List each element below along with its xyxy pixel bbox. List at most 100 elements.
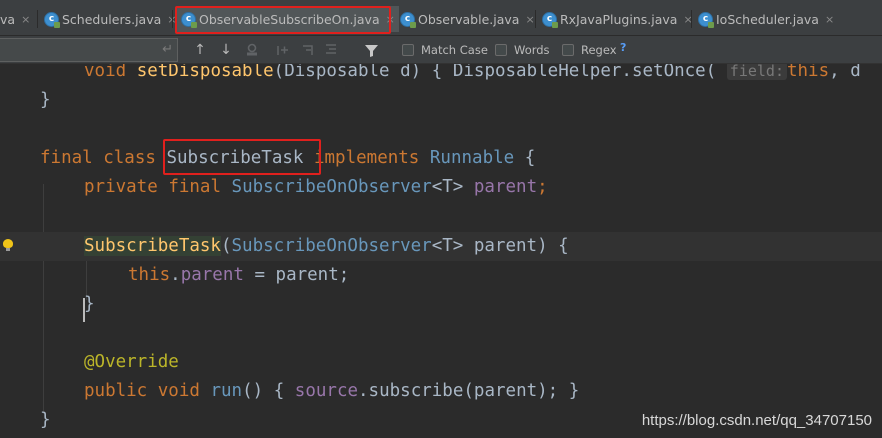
close-icon[interactable]: × — [525, 13, 534, 26]
tab-label: Observable.java — [418, 11, 520, 27]
regex-help-link[interactable]: ? — [620, 41, 626, 54]
find-usages-icon[interactable] — [242, 39, 262, 61]
code-line[interactable]: private final SubscribeOnObserver<T> par… — [0, 173, 882, 202]
checkbox-box[interactable] — [402, 44, 414, 56]
type-name: SubscribeOnObserver — [231, 177, 432, 197]
code-rest: = parent; — [243, 265, 350, 285]
brace-close: } — [84, 294, 95, 314]
interface-name: Runnable — [429, 148, 515, 168]
keyword-implements: implements — [313, 148, 420, 168]
argument: parent — [473, 381, 538, 401]
checkbox-box[interactable] — [495, 44, 507, 56]
semicolon: ; — [537, 177, 548, 197]
find-input[interactable]: ↵ — [0, 38, 178, 62]
close-icon[interactable]: × — [21, 13, 30, 26]
paren-close: ) — [537, 236, 548, 256]
tab-rxjava-plugins[interactable]: c RxJavaPlugins.java × — [542, 6, 693, 32]
regex-checkbox[interactable]: Regex — [562, 42, 617, 58]
java-class-icon: c — [44, 11, 60, 28]
keyword-this: this — [786, 64, 830, 81]
keyword-public: public — [84, 381, 148, 401]
code-rest: ); — [537, 381, 559, 401]
brace-close: } — [40, 410, 51, 430]
enter-icon: ↵ — [162, 42, 173, 57]
generic-param: <T> — [431, 177, 464, 197]
method-call: .subscribe( — [358, 381, 474, 401]
code-line[interactable]: final class SubscribeTask implements Run… — [0, 144, 882, 173]
close-icon[interactable]: × — [825, 13, 834, 26]
paren-open: ( — [273, 64, 285, 81]
brace-open: { — [558, 236, 569, 256]
close-icon[interactable]: × — [386, 13, 395, 26]
dot: . — [170, 265, 181, 285]
java-class-icon: c — [181, 11, 197, 28]
words-label: Words — [514, 43, 550, 57]
param-type: Disposable — [284, 64, 390, 81]
next-occurrence-icon[interactable]: ↓ — [216, 39, 236, 61]
paren-open: ( — [220, 236, 232, 256]
code-rest: , d — [829, 64, 861, 81]
tab-schedulers[interactable]: c Schedulers.java × — [44, 6, 176, 32]
field-name: parent — [473, 177, 538, 197]
parens: () — [242, 381, 264, 401]
java-class-icon: c — [400, 11, 416, 28]
lightbulb-icon[interactable] — [3, 239, 13, 251]
code-line[interactable]: } — [0, 290, 882, 319]
java-class-icon: c — [542, 11, 558, 28]
words-checkbox[interactable]: Words — [495, 42, 550, 58]
constructor-name: SubscribeTask — [84, 236, 221, 256]
tab-partial[interactable]: va × — [0, 6, 30, 32]
brace-close: } — [568, 381, 580, 401]
brace-close: } — [40, 90, 51, 110]
keyword-void: void — [157, 381, 200, 401]
regex-label: Regex — [581, 43, 617, 57]
add-occurrence-icon[interactable] — [273, 39, 293, 61]
annotation: @Override — [84, 352, 179, 372]
param-name: d — [389, 64, 411, 81]
code-line[interactable]: @Override — [0, 348, 882, 377]
tab-label: Schedulers.java — [62, 11, 162, 27]
generic-param: <T> — [431, 236, 464, 256]
keyword-private: private — [84, 177, 158, 197]
parameter-hint: field: — [726, 64, 787, 80]
tab-label: va — [0, 11, 16, 27]
previous-occurrence-icon[interactable]: ↑ — [190, 39, 210, 61]
tab-observable[interactable]: c Observable.java × — [400, 6, 535, 32]
filter-icon[interactable] — [361, 39, 381, 61]
helper-class: DisposableHelper — [452, 64, 622, 81]
code-line-current[interactable]: SubscribeTask(SubscribeOnObserver<T> par… — [0, 232, 882, 261]
keyword-final: final — [168, 177, 221, 197]
keyword-this: this — [128, 265, 171, 285]
editor-tab-bar: va × c Schedulers.java × c ObservableSub… — [0, 0, 882, 36]
code-line[interactable]: this.parent = parent; — [0, 261, 882, 290]
select-all-occurrences-icon[interactable] — [321, 39, 341, 61]
find-toolbar: ↵ ↑ ↓ Match Case Words Regex ? — [0, 36, 882, 64]
field-source: source — [294, 381, 359, 401]
keyword-class: class — [103, 148, 156, 168]
method-name: run — [210, 381, 243, 401]
code-line[interactable]: } — [0, 86, 882, 115]
keyword-void: void — [84, 64, 127, 81]
code-line[interactable]: void setDisposable(Disposable d) { Dispo… — [0, 64, 882, 86]
tab-observable-subscribe-on[interactable]: c ObservableSubscribeOn.java × — [177, 6, 399, 32]
param-type: SubscribeOnObserver — [231, 236, 432, 256]
tab-label: ObservableSubscribeOn.java — [199, 11, 380, 27]
match-case-checkbox[interactable]: Match Case — [402, 42, 488, 58]
brace-open: { — [524, 148, 536, 168]
tab-label: IoScheduler.java — [716, 11, 819, 27]
method-call: .setOnce( — [621, 64, 717, 81]
remove-occurrence-icon[interactable] — [298, 39, 318, 61]
method-name: setDisposable — [136, 64, 274, 81]
tab-label: RxJavaPlugins.java — [560, 11, 678, 27]
class-name: SubscribeTask — [166, 148, 304, 168]
field-name: parent — [180, 265, 244, 285]
code-line[interactable]: public void run() { source.subscribe(par… — [0, 377, 882, 406]
match-case-label: Match Case — [421, 43, 488, 57]
brace-open: { — [431, 64, 443, 81]
paren-close: ) — [410, 64, 422, 81]
watermark: https://blog.csdn.net/qq_34707150 — [641, 412, 872, 429]
code-editor[interactable]: void setDisposable(Disposable d) { Dispo… — [0, 64, 882, 438]
tab-io-scheduler[interactable]: c IoScheduler.java × — [698, 6, 834, 32]
java-class-icon: c — [698, 11, 714, 28]
checkbox-box[interactable] — [562, 44, 574, 56]
